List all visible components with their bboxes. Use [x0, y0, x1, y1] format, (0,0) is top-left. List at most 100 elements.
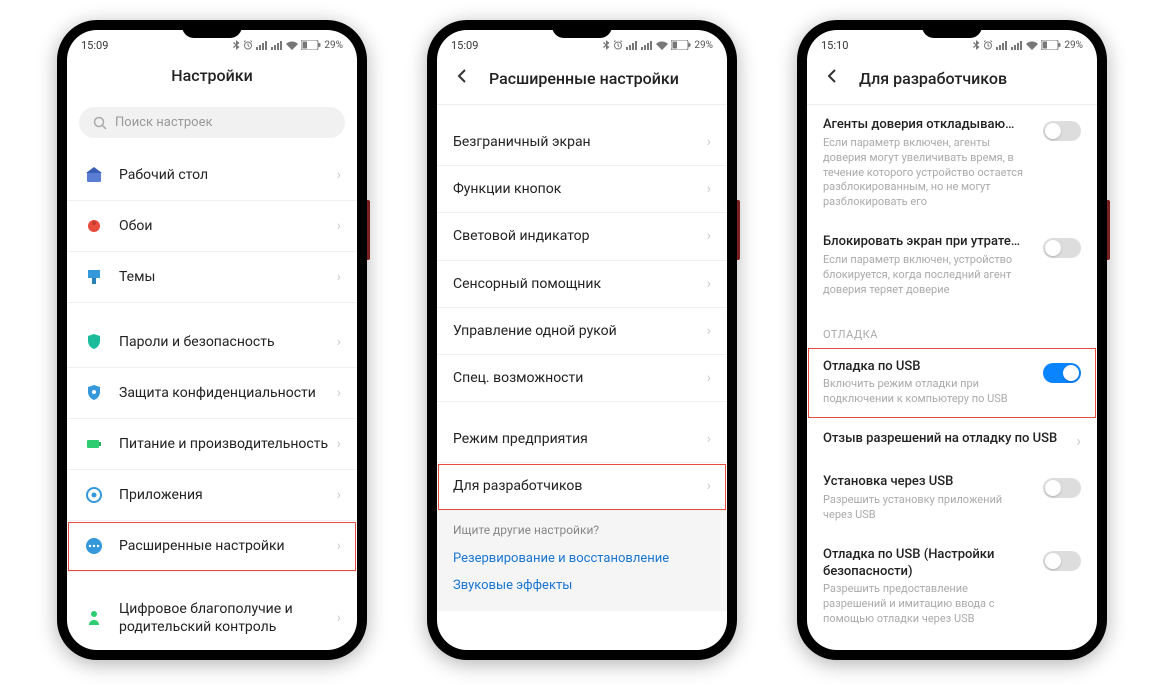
setting-desc: Если параметр включен, агенты доверия мо… [823, 136, 1031, 210]
bluetooth-icon [973, 40, 980, 50]
item-touch-assist[interactable]: Сенсорный помощник › [437, 261, 727, 308]
item-security[interactable]: Пароли и безопасность › [67, 317, 357, 368]
item-fullscreen[interactable]: Безграничный экран › [437, 119, 727, 166]
item-desktop[interactable]: Рабочий стол › [67, 150, 357, 201]
wallpaper-icon [83, 215, 105, 237]
toggle-trust-agents[interactable] [1043, 121, 1081, 141]
item-label: Приложения [119, 486, 337, 504]
chevron-right-icon: › [707, 228, 711, 244]
privacy-icon [83, 382, 105, 404]
section-debug: ОТЛАДКА [807, 310, 1097, 347]
search-input[interactable]: Поиск настроек [79, 107, 345, 138]
setting-desc: Разрешить установку приложений через USB [823, 493, 1031, 523]
setting-desc: Включить режим отладки при подключении к… [823, 377, 1031, 407]
setting-text: Установка через USB Разрешить установку … [823, 474, 1031, 523]
screen: 15:10 29% Для разработчиков Агенты довер… [807, 30, 1097, 650]
setting-text: Отладка по USB (Настройки безопасности) … [823, 547, 1031, 627]
signal-icon [626, 41, 638, 50]
status-icons: 29% [603, 40, 713, 51]
status-icons: 29% [973, 40, 1083, 51]
setting-desc: Разрешить предоставление разрешений и им… [823, 582, 1031, 627]
setting-text: Блокировать экран при утрате… Если парам… [823, 234, 1031, 297]
item-label: Защита конфиденциальности [119, 384, 337, 402]
wifi-icon [656, 41, 668, 50]
setting-usb-security[interactable]: Отладка по USB (Настройки безопасности) … [807, 535, 1097, 639]
notch [922, 20, 982, 38]
toggle-usb-debug[interactable] [1043, 363, 1081, 383]
item-battery[interactable]: Питание и производительность › [67, 419, 357, 470]
item-label: Спец. возможности [453, 369, 707, 387]
alarm-icon [243, 40, 253, 50]
item-themes[interactable]: Темы › [67, 252, 357, 303]
setting-title: Отладка по USB (Настройки безопасности) [823, 547, 1031, 581]
settings-list[interactable]: Рабочий стол › Обои › Темы › Пароли и бе… [67, 150, 357, 650]
item-wallpaper[interactable]: Обои › [67, 201, 357, 252]
battery-icon [301, 40, 321, 50]
setting-trust-agents[interactable]: Агенты доверия откладываю… Если параметр… [807, 105, 1097, 222]
bluetooth-icon [233, 40, 240, 50]
item-label: Световой индикатор [453, 227, 707, 245]
footer-link-sound[interactable]: Звуковые эффекты [453, 572, 711, 599]
setting-text: Отзыв разрешений на отладку по USB [823, 431, 1064, 448]
advanced-icon [83, 535, 105, 557]
item-one-hand[interactable]: Управление одной рукой › [437, 308, 727, 355]
setting-revoke-usb[interactable]: Отзыв разрешений на отладку по USB › [807, 419, 1097, 462]
item-developer[interactable]: Для разработчиков › [437, 463, 727, 510]
item-privacy[interactable]: Защита конфиденциальности › [67, 368, 357, 419]
footer-link-backup[interactable]: Резервирование и восстановление [453, 545, 711, 572]
divider [67, 572, 357, 586]
setting-lock-screen[interactable]: Блокировать экран при утрате… Если парам… [807, 222, 1097, 309]
phone-1: 15:09 29% Настройки Поиск настроек Рабоч… [57, 20, 367, 660]
settings-list[interactable]: Агенты доверия откладываю… Если параметр… [807, 105, 1097, 650]
phone-3: 15:10 29% Для разработчиков Агенты довер… [797, 20, 1107, 660]
chevron-right-icon: › [337, 610, 341, 626]
home-icon [83, 164, 105, 186]
setting-install-usb[interactable]: Установка через USB Разрешить установку … [807, 462, 1097, 535]
setting-title: Блокировать экран при утрате… [823, 234, 1031, 251]
divider [67, 303, 357, 317]
alarm-icon [983, 40, 993, 50]
status-icons: 29% [233, 40, 343, 51]
signal-icon [256, 41, 268, 50]
toggle-lock-screen[interactable] [1043, 238, 1081, 258]
item-label: Рабочий стол [119, 166, 337, 184]
page-title: Настройки [171, 66, 252, 85]
item-label: Функции кнопок [453, 180, 707, 198]
arrow-left-icon [823, 66, 843, 86]
back-button[interactable] [453, 66, 473, 90]
settings-list[interactable]: Безграничный экран › Функции кнопок › Св… [437, 105, 727, 650]
toggle-usb-security[interactable] [1043, 551, 1081, 571]
signal-icon-2 [1011, 41, 1023, 50]
item-advanced[interactable]: Расширенные настройки › [67, 521, 357, 572]
item-enterprise[interactable]: Режим предприятия › [437, 416, 727, 463]
item-accessibility[interactable]: Спец. возможности › [437, 355, 727, 402]
setting-text: Отладка по USB Включить режим отладки пр… [823, 359, 1031, 408]
status-time: 15:09 [451, 39, 478, 52]
back-button[interactable] [823, 66, 843, 90]
signal-icon-2 [271, 41, 283, 50]
apps-icon [83, 484, 105, 506]
chevron-right-icon: › [707, 478, 711, 494]
item-label: Сенсорный помощник [453, 275, 707, 293]
spacer [437, 105, 727, 119]
item-apps[interactable]: Приложения › [67, 470, 357, 521]
header: Настройки [67, 56, 357, 99]
chevron-right-icon: › [707, 370, 711, 386]
signal-icon [996, 41, 1008, 50]
item-label: Расширенные настройки [119, 537, 337, 555]
arrow-left-icon [453, 66, 473, 86]
setting-usb-debug[interactable]: Отладка по USB Включить режим отладки пр… [807, 347, 1097, 420]
toggle-install-usb[interactable] [1043, 478, 1081, 498]
chevron-right-icon: › [707, 134, 711, 150]
footer-title: Ищите другие настройки? [453, 523, 711, 537]
item-led[interactable]: Световой индикатор › [437, 213, 727, 260]
item-wellbeing[interactable]: Цифровое благополучие и родительский кон… [67, 586, 357, 650]
header: Расширенные настройки [437, 56, 727, 105]
item-buttons[interactable]: Функции кнопок › [437, 166, 727, 213]
chevron-right-icon: › [337, 218, 341, 234]
battery-icon [83, 433, 105, 455]
wifi-icon [1026, 41, 1038, 50]
chevron-right-icon: › [1076, 431, 1081, 450]
chevron-right-icon: › [337, 167, 341, 183]
search-placeholder: Поиск настроек [115, 115, 213, 130]
